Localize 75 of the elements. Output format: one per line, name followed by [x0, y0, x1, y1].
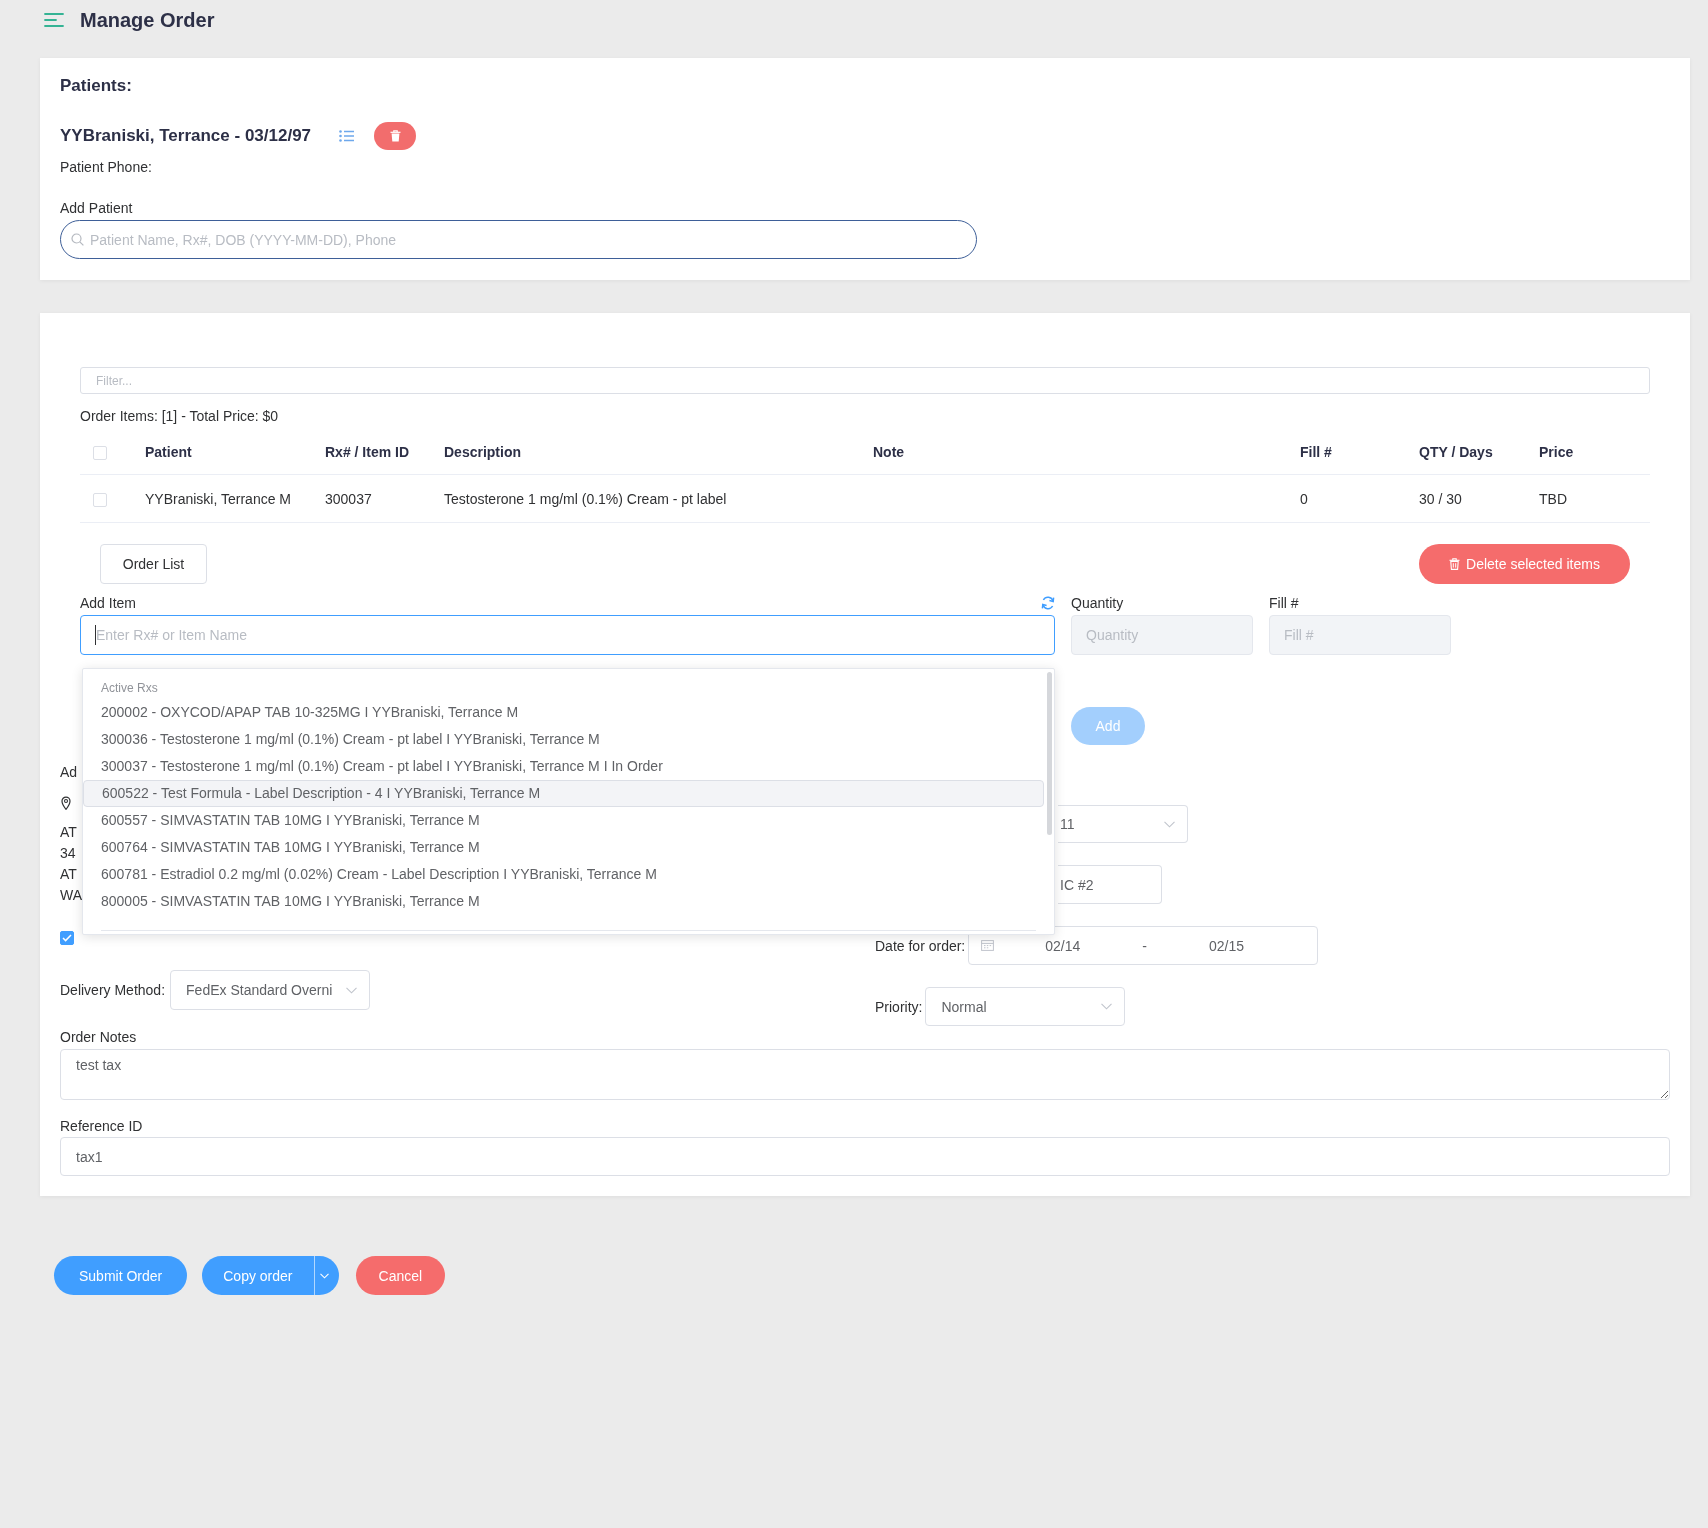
column-header: Rx# / Item ID [325, 444, 410, 460]
calendar-icon [981, 940, 995, 951]
start-date-input[interactable]: 02/14 [1045, 937, 1081, 954]
order-notes-label: Order Notes [60, 1029, 138, 1045]
column-header: Fill # [1300, 444, 1332, 460]
column-header: QTY / Days [1419, 444, 1493, 460]
end-date-input[interactable]: 02/15 [1209, 937, 1245, 954]
add-patient-label: Add Patient [60, 199, 134, 217]
date-for-order-label: Date for order: [875, 937, 966, 954]
checkbox[interactable] [60, 931, 74, 945]
order-notes-field[interactable]: test tax [60, 1049, 1670, 1100]
reference-id-label: Reference ID [60, 1118, 144, 1134]
suggestion-item[interactable]: 600522 - Test Formula - Label Description - 4 I YYBraniski, Terrance M [83, 780, 1044, 807]
suggestion-item[interactable]: 600557 - SIMVASTATIN TAB 10MG I YYBraniski, Terrance M [83, 807, 1044, 834]
row-checkbox[interactable] [93, 492, 107, 507]
column-header: Note [873, 444, 905, 460]
trash-icon [389, 130, 401, 142]
address-label: Ad [60, 764, 78, 780]
column-header: Price [1539, 444, 1574, 460]
description-cell: Testosterone 1 mg/ml (0.1%) Cream - pt label [444, 490, 727, 507]
order-list-button[interactable]: Order List [100, 544, 207, 584]
address-line: AT [60, 865, 78, 884]
price-cell: TBD [1539, 490, 1567, 507]
patient-phone-label: Patient Phone: [60, 158, 153, 176]
chevron-down-icon [1101, 1003, 1113, 1010]
scrollbar-thumb[interactable] [1047, 672, 1052, 835]
filter-field[interactable]: Filter... [80, 367, 1650, 394]
location-pin-icon [61, 796, 71, 810]
remove-patient-button[interactable] [374, 122, 417, 150]
delivery-method-label: Delivery Method: [60, 982, 166, 998]
page-title: Manage Order [80, 8, 215, 32]
text-cursor-icon [95, 625, 96, 645]
patients-heading: Patients: [60, 76, 133, 96]
chevron-down-icon [1164, 820, 1175, 828]
address-line: AT [60, 823, 78, 842]
checkmark-icon [62, 934, 72, 942]
qty-days-cell: 30 / 30 [1419, 490, 1462, 507]
fill-number-label: Fill # [1269, 595, 1300, 611]
suggestion-item[interactable]: 300036 - Testosterone 1 mg/ml (0.1%) Cream - pt label I YYBraniski, Terrance M [83, 726, 1044, 753]
suggestion-item[interactable]: 600781 - Estradiol 0.2 mg/ml (0.02%) Cream - Label Description I YYBraniski, Terrance M [83, 861, 1044, 888]
patient-name: YYBraniski, Terrance - 03/12/97 [60, 126, 312, 146]
quantity-label: Quantity [1071, 595, 1125, 611]
group-label: Active Rxs [100, 681, 159, 695]
add-item-label: Add Item [80, 595, 137, 611]
text-field[interactable]: IC #2 [1058, 865, 1162, 904]
address-line: 34 [60, 844, 77, 863]
priority-select[interactable]: Normal [925, 987, 1126, 1026]
fill-cell: 0 [1300, 490, 1308, 507]
reference-id-field[interactable]: tax1 [60, 1137, 1670, 1176]
delivery-method-select[interactable]: FedEx Standard Overni [170, 970, 371, 1010]
date-range-field[interactable]: 02/14 - 02/15 [968, 926, 1319, 965]
select-all-checkbox[interactable] [93, 446, 107, 461]
patient-cell: YYBraniski, Terrance M [145, 490, 291, 507]
rx-id-cell: 300037 [325, 490, 372, 507]
select-field[interactable]: 11 [1058, 805, 1188, 843]
suggestion-item[interactable]: 200002 - OXYCOD/APAP TAB 10-325MG I YYBraniski, Terrance M [83, 699, 1044, 726]
list-icon[interactable] [339, 130, 355, 142]
refresh-icon[interactable] [1041, 596, 1055, 610]
chevron-down-icon [346, 986, 358, 994]
menu-icon[interactable] [44, 12, 64, 28]
column-header: Description [444, 444, 521, 460]
add-item-field[interactable]: Enter Rx# or Item Name [80, 615, 1055, 655]
column-header: Patient [145, 444, 192, 460]
trash-icon [1449, 558, 1461, 570]
caret-icon [320, 1272, 329, 1279]
suggestion-item[interactable]: 600764 - SIMVASTATIN TAB 10MG I YYBraniski, Terrance M [83, 834, 1044, 861]
order-summary: Order Items: [1] - Total Price: $0 [80, 407, 280, 425]
search-icon [71, 233, 84, 246]
suggestion-item[interactable]: 300037 - Testosterone 1 mg/ml (0.1%) Cream - pt label I YYBraniski, Terrance M I In Order [83, 753, 1044, 780]
address-line: WA [60, 886, 83, 905]
suggestion-item[interactable]: 800005 - SIMVASTATIN TAB 10MG I YYBraniski, Terrance M [83, 888, 1044, 915]
priority-label: Priority: [875, 998, 923, 1015]
dropdown-toggle-button[interactable] [314, 1256, 339, 1295]
patient-search-field[interactable]: Patient Name, Rx#, DOB (YYYY-MM-DD), Phone [60, 220, 977, 259]
date-separator: - [1142, 937, 1147, 954]
